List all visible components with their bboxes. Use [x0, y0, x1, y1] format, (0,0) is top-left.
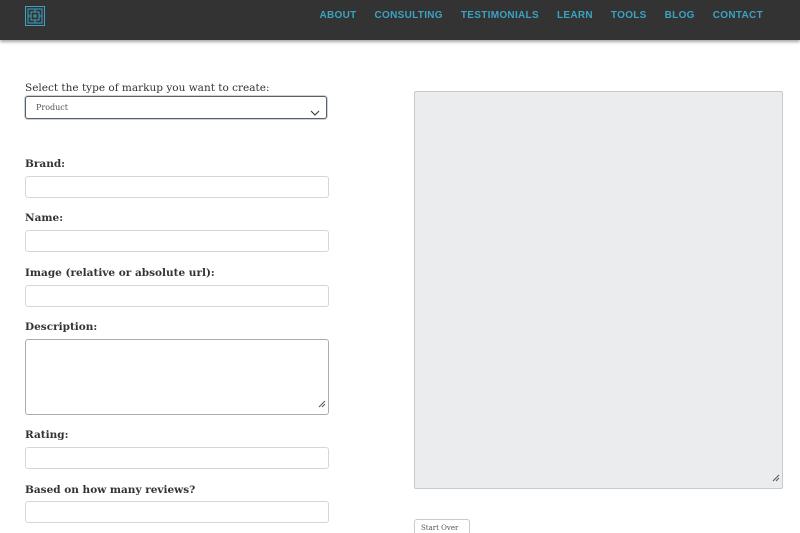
rating-input[interactable]	[25, 447, 329, 469]
image-url-input[interactable]	[25, 285, 329, 307]
name-input[interactable]	[25, 230, 329, 252]
markup-type-select[interactable]: Product	[25, 96, 327, 119]
resize-grip-icon[interactable]	[318, 393, 326, 412]
nav-tools[interactable]: TOOLS	[611, 10, 647, 21]
brand-label: Brand:	[25, 158, 66, 170]
resize-grip-icon[interactable]	[772, 467, 780, 486]
description-label: Description:	[25, 321, 98, 333]
nav-about[interactable]: ABOUT	[319, 10, 356, 21]
reviews-label: Based on how many reviews?	[25, 484, 196, 496]
markup-output-textarea[interactable]	[414, 91, 783, 489]
main-nav: ABOUT CONSULTING TESTIMONIALS LEARN TOOL…	[301, 10, 763, 21]
nav-contact[interactable]: CONTACT	[713, 10, 763, 21]
brand-input[interactable]	[25, 176, 329, 198]
name-label: Name:	[25, 212, 64, 224]
image-url-label: Image (relative or absolute url):	[25, 267, 215, 279]
start-over-button[interactable]: Start Over	[414, 519, 470, 533]
nav-consulting[interactable]: CONSULTING	[375, 10, 443, 21]
nav-blog[interactable]: BLOG	[665, 10, 695, 21]
description-textarea[interactable]	[25, 339, 329, 415]
rating-label: Rating:	[25, 429, 69, 441]
reviews-input[interactable]	[25, 501, 329, 523]
maze-logo-icon[interactable]	[25, 6, 45, 26]
top-navigation-bar: ABOUT CONSULTING TESTIMONIALS LEARN TOOL…	[0, 0, 800, 40]
markup-type-value: Product	[36, 103, 68, 112]
markup-type-label: Select the type of markup you want to cr…	[25, 82, 270, 94]
nav-learn[interactable]: LEARN	[557, 10, 593, 21]
nav-testimonials[interactable]: TESTIMONIALS	[461, 10, 539, 21]
chevron-down-icon	[310, 103, 320, 122]
